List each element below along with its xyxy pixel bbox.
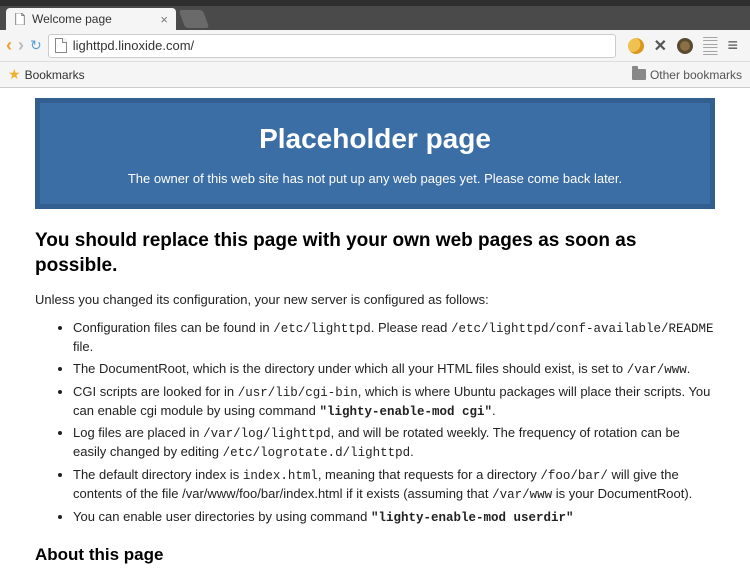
folder-icon xyxy=(632,69,646,80)
browser-tab[interactable]: Welcome page × xyxy=(6,8,176,30)
content: You should replace this page with your o… xyxy=(35,229,715,565)
url-text: lighttpd.linoxide.com/ xyxy=(73,38,194,53)
extension-icon-2[interactable]: ✕ xyxy=(654,36,667,56)
list-item: The default directory index is index.htm… xyxy=(73,466,715,504)
page-scroll[interactable]: Placeholder page The owner of this web s… xyxy=(0,88,750,569)
other-bookmarks[interactable]: Other bookmarks xyxy=(632,68,742,82)
list-item: CGI scripts are looked for in /usr/lib/c… xyxy=(73,383,715,421)
banner-subtitle: The owner of this web site has not put u… xyxy=(50,171,700,186)
other-bookmarks-label: Other bookmarks xyxy=(650,68,742,82)
address-bar[interactable]: lighttpd.linoxide.com/ xyxy=(48,34,616,58)
extension-icon-3[interactable] xyxy=(677,38,693,54)
page-icon xyxy=(14,13,26,25)
banner-title: Placeholder page xyxy=(50,123,700,155)
tab-close-icon[interactable]: × xyxy=(160,12,168,27)
tab-strip: Welcome page × xyxy=(0,6,750,30)
toolbar-extensions: ✕ 𝄛 ≡ xyxy=(622,35,744,56)
menu-icon[interactable]: ≡ xyxy=(727,35,738,56)
toolbar: ‹ › ↻ lighttpd.linoxide.com/ ✕ 𝄛 ≡ xyxy=(0,30,750,62)
list-item: You can enable user directories by using… xyxy=(73,508,715,527)
intro-text: Unless you changed its configuration, yo… xyxy=(35,292,715,307)
tab-title: Welcome page xyxy=(32,12,112,26)
page-viewport: Placeholder page The owner of this web s… xyxy=(0,88,750,569)
new-tab-button[interactable] xyxy=(179,10,210,28)
list-item: Configuration files can be found in /etc… xyxy=(73,319,715,355)
banner: Placeholder page The owner of this web s… xyxy=(35,98,715,209)
about-heading: About this page xyxy=(35,545,715,565)
forward-button: › xyxy=(18,35,24,56)
star-icon: ★ xyxy=(8,66,21,83)
wrench-icon[interactable]: 𝄛 xyxy=(703,35,717,56)
bookmark-bar: ★ Bookmarks Other bookmarks xyxy=(0,62,750,88)
page-heading: You should replace this page with your o… xyxy=(35,229,715,278)
bookmarks-label[interactable]: Bookmarks xyxy=(25,68,85,82)
extension-icon-1[interactable] xyxy=(628,38,644,54)
list-item: Log files are placed in /var/log/lighttp… xyxy=(73,424,715,462)
site-icon xyxy=(55,38,67,53)
config-list: Configuration files can be found in /etc… xyxy=(35,319,715,526)
list-item: The DocumentRoot, which is the directory… xyxy=(73,360,715,379)
back-button[interactable]: ‹ xyxy=(6,35,12,56)
reload-button[interactable]: ↻ xyxy=(30,37,42,54)
